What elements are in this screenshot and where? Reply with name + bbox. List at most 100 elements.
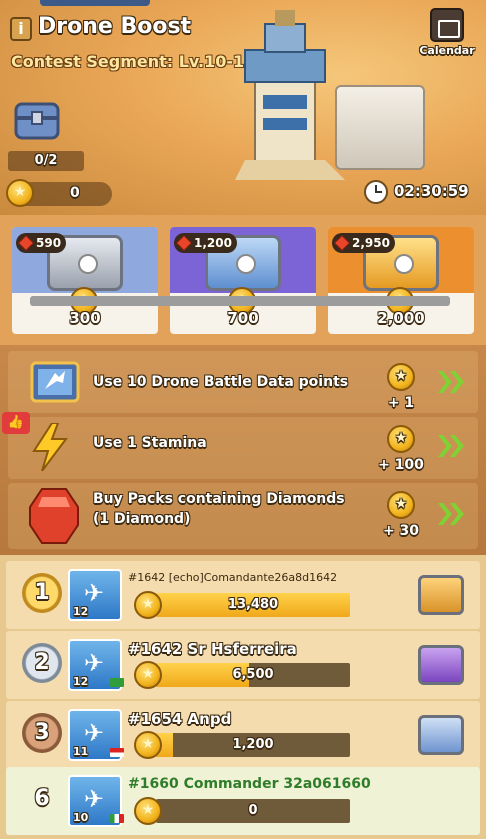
event-header: i Drone Boost Contest Segment: Lv.10-12 … — [0, 0, 486, 215]
coin-balance-value: 0 — [70, 185, 80, 201]
coin-icon — [134, 591, 162, 619]
score-bar: 13,480 — [156, 593, 350, 617]
score-bar: 6,500 — [156, 663, 350, 687]
shop-chest-card[interactable]: 590 300 — [12, 227, 158, 334]
reward-chest-icon[interactable] — [418, 575, 464, 615]
diamond-icon — [29, 488, 79, 544]
player-level: 12 — [73, 605, 89, 618]
diamond-icon — [18, 235, 34, 251]
rank-number: 6 — [34, 786, 50, 811]
rank-medal: 2 — [22, 643, 62, 683]
rank-medal: 1 — [22, 573, 62, 613]
shop-progress-track — [30, 296, 450, 306]
flag-icon — [110, 814, 124, 823]
diamond-icon — [176, 235, 192, 251]
score-bar: 1,200 — [156, 733, 350, 757]
player-avatar: ✈ 10 — [68, 775, 124, 827]
task-reward-value: + 30 — [382, 523, 420, 539]
chest-shop: 590 300 1,200 700 2,950 2,000 — [0, 215, 486, 345]
task-reward: + 100 — [376, 425, 426, 473]
drone-tower-illustration — [235, 10, 345, 180]
calendar-button[interactable]: Calendar — [418, 8, 476, 64]
go-arrow-button[interactable] — [436, 501, 466, 529]
chest-progress: 0/2 — [8, 151, 84, 171]
task-label: Use 1 Stamina — [93, 435, 207, 451]
coin-icon — [387, 491, 415, 519]
task-reward: + 30 — [376, 491, 426, 539]
reward-box-illustration — [335, 85, 425, 170]
flag-icon — [110, 748, 124, 757]
shop-chest-card[interactable]: 2,950 2,000 — [328, 227, 474, 334]
diamond-cost-value: 590 — [36, 236, 62, 250]
task-reward: + 1 — [376, 363, 426, 411]
player-avatar: ✈ 11 — [68, 709, 124, 761]
player-name: #1642 Sr Hsferreira — [128, 640, 297, 658]
diamond-icon — [334, 235, 350, 251]
milestone-chest-icon[interactable] — [14, 96, 60, 142]
player-name: #1642 [echo]Comandante26a8d1642 — [128, 571, 338, 584]
player-name: #1660 Commander 32a061660 — [128, 776, 371, 792]
own-leaderboard-row[interactable]: 6 ✈ 10 #1660 Commander 32a061660 0 — [6, 767, 480, 835]
diamond-cost-value: 1,200 — [194, 236, 232, 250]
coin-icon — [134, 797, 162, 825]
player-level: 12 — [73, 675, 89, 688]
coin-price: 300 — [69, 309, 101, 327]
leaderboard-row[interactable]: 1 ✈ 12 #1642 [echo]Comandante26a8d1642 1… — [6, 561, 480, 629]
score-value: 13,480 — [227, 597, 279, 612]
drone-data-icon — [30, 361, 80, 403]
clock-icon — [364, 180, 388, 204]
contest-segment: Contest Segment: Lv.10-12 — [11, 52, 256, 71]
player-level: 10 — [73, 811, 89, 824]
drone-icon: ✈ — [84, 649, 105, 677]
diamond-cost-value: 2,950 — [352, 236, 390, 250]
score-value: 6,500 — [232, 667, 274, 682]
coin-price: 2,000 — [377, 309, 425, 327]
reward-chest-icon[interactable] — [418, 645, 464, 685]
go-arrow-button[interactable] — [436, 433, 466, 461]
info-icon[interactable]: i — [10, 17, 32, 41]
drone-icon: ✈ — [84, 785, 105, 813]
like-badge-icon[interactable]: 👍 — [2, 412, 30, 434]
reward-chest-icon[interactable] — [418, 715, 464, 755]
task-reward-value: + 100 — [378, 457, 424, 473]
shop-chest-card[interactable]: 1,200 700 — [170, 227, 316, 334]
coin-icon — [6, 179, 34, 207]
player-avatar: ✈ 12 — [68, 569, 122, 621]
top-tab-strip — [40, 0, 150, 6]
coin-balance: 0 — [6, 179, 112, 207]
coin-icon — [387, 425, 415, 453]
task-row: Use 10 Drone Battle Data points + 1 — [8, 351, 478, 413]
coin-icon — [134, 661, 162, 689]
leaderboard-row[interactable]: 3 ✈ 11 #1654 Anpd 1,200 — [6, 701, 480, 769]
drone-icon: ✈ — [84, 579, 105, 607]
event-title: Drone Boost — [38, 14, 192, 39]
event-timer: 02:30:59 — [364, 180, 480, 206]
coin-price: 700 — [227, 309, 259, 327]
score-bar: 0 — [156, 799, 350, 823]
rank-medal: 3 — [22, 713, 62, 753]
timer-value: 02:30:59 — [394, 182, 469, 200]
leaderboard: 1 ✈ 12 #1642 [echo]Comandante26a8d1642 1… — [0, 555, 486, 839]
task-row: Use 1 Stamina + 100 — [8, 417, 478, 479]
drone-icon: ✈ — [84, 719, 105, 747]
stamina-bolt-icon — [32, 423, 68, 471]
task-label: Use 10 Drone Battle Data points — [93, 374, 349, 390]
player-name: #1654 Anpd — [128, 710, 232, 728]
task-reward-value: + 1 — [387, 395, 415, 411]
calendar-icon — [430, 8, 464, 42]
player-level: 11 — [73, 745, 89, 758]
task-label: Buy Packs containing Diamonds (1 Diamond… — [93, 491, 345, 527]
diamond-cost: 2,950 — [332, 233, 395, 253]
flag-icon — [110, 678, 124, 687]
calendar-label: Calendar — [419, 44, 475, 57]
player-avatar: ✈ 12 — [68, 639, 124, 691]
leaderboard-row[interactable]: 2 ✈ 12 #1642 Sr Hsferreira 6,500 — [6, 631, 480, 699]
coin-icon — [134, 731, 162, 759]
diamond-cost: 1,200 — [174, 233, 237, 253]
score-value: 1,200 — [232, 737, 274, 752]
diamond-cost: 590 — [16, 233, 67, 253]
go-arrow-button[interactable] — [436, 369, 466, 397]
coin-icon — [387, 363, 415, 391]
score-value: 0 — [248, 803, 258, 818]
task-list: Use 10 Drone Battle Data points + 1 Use … — [0, 345, 486, 555]
